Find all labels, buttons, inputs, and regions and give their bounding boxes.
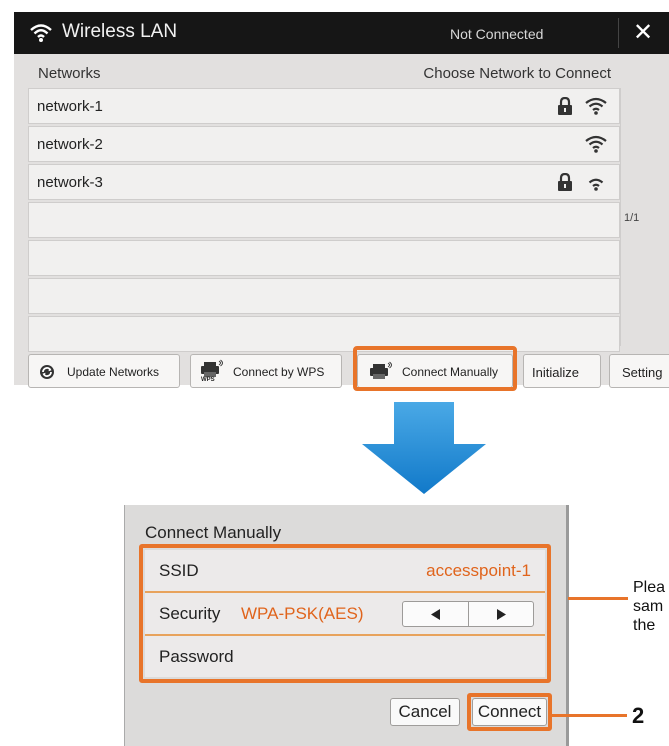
network-row[interactable]: network-2: [28, 126, 620, 162]
fields-highlight: [139, 544, 551, 683]
step-number: 2: [632, 703, 645, 728]
connect-highlight: [467, 693, 552, 731]
network-name: network-2: [37, 136, 103, 153]
networks-header: Networks: [38, 65, 101, 82]
network-list: network-1 network-2 network-3: [28, 88, 620, 354]
action-bar: Update Networks WPS Connect by WPS Conne…: [28, 346, 669, 391]
lock-icon: [558, 97, 572, 115]
network-row[interactable]: [28, 316, 620, 352]
cancel-button[interactable]: Cancel: [390, 698, 460, 726]
dialog-edge: [566, 505, 569, 746]
choose-network-header: Choose Network to Connect: [423, 65, 611, 82]
page-indicator: 1/1: [624, 212, 640, 224]
connection-status: Not Connected: [450, 26, 544, 42]
lock-icon: [558, 173, 572, 191]
close-icon[interactable]: ✕: [626, 17, 660, 49]
network-row[interactable]: [28, 202, 620, 238]
network-row[interactable]: network-1: [28, 88, 620, 124]
update-networks-label: Update Networks: [67, 365, 160, 379]
down-arrow-icon: [362, 402, 486, 494]
wps-caption: WPS: [201, 377, 215, 383]
dialog-title: Connect Manually: [145, 523, 282, 542]
setting-button[interactable]: Setting: [609, 354, 669, 388]
title-bar: Wireless LAN Not Connected ✕: [14, 12, 669, 54]
update-networks-button[interactable]: Update Networks: [28, 354, 180, 388]
refresh-icon: [40, 365, 54, 379]
initialize-button[interactable]: Initialize: [523, 354, 601, 388]
setting-label: Setting: [622, 365, 663, 380]
title-separator: [618, 18, 619, 48]
connect-by-wps-button[interactable]: WPS Connect by WPS: [190, 354, 342, 388]
callout-text: Plea sam the: [633, 579, 666, 634]
network-row[interactable]: [28, 278, 620, 314]
wifi-icon: [30, 24, 52, 42]
fields-callout-line: [568, 597, 628, 600]
signal-icon: [588, 178, 604, 191]
window-title: Wireless LAN: [62, 21, 178, 42]
list-scroll-track: [620, 88, 621, 346]
connect-callout-line: [551, 714, 627, 717]
network-row[interactable]: [28, 240, 620, 276]
signal-icon: [585, 97, 607, 115]
connect-manually-highlight: [353, 346, 517, 391]
network-row[interactable]: network-3: [28, 164, 620, 200]
connect-manually-dialog: Connect Manually SSID accesspoint-1 Secu…: [124, 505, 569, 746]
network-name: network-3: [37, 174, 103, 191]
wireless-lan-window: Wireless LAN Not Connected ✕ Networks Ch…: [14, 12, 669, 391]
network-name: network-1: [37, 98, 103, 115]
connect-by-wps-label: Connect by WPS: [233, 365, 325, 379]
initialize-label: Initialize: [532, 365, 579, 380]
signal-icon: [585, 135, 607, 153]
